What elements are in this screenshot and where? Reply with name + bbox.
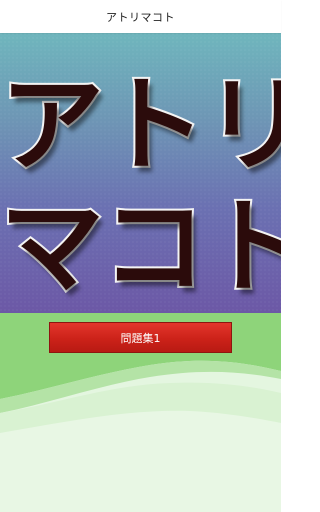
title-banner: アトリ マコト [0,33,281,313]
app-title: アトリマコト [106,10,175,24]
problem-set-1-label: 問題集1 [120,331,161,345]
problem-set-1-button[interactable]: 問題集1 [49,322,232,353]
banner-title-line-1: アトリ [0,62,281,188]
app-title-bar: アトリマコト [0,0,281,33]
banner-title-line-2: マコト [0,184,281,310]
